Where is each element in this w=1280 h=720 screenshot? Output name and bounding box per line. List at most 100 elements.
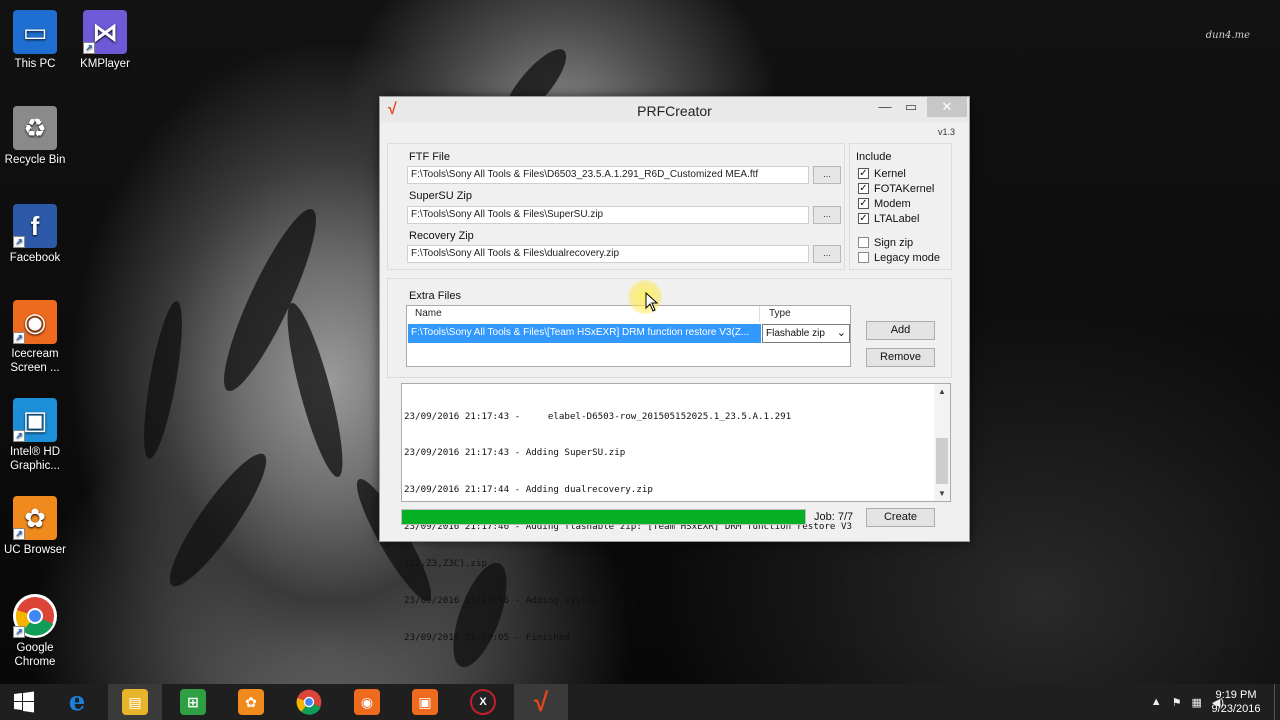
supersu-zip-label: SuperSU Zip <box>409 190 472 202</box>
windows-start-icon <box>14 691 34 713</box>
internet-explorer-icon: e <box>68 687 86 717</box>
start-button[interactable] <box>0 684 48 720</box>
checkbox-checked-icon: ✓ <box>858 183 869 194</box>
chevron-down-icon: ⌄ <box>836 327 846 339</box>
log-lines: 23/09/2016 21:17:43 - elabel-D6503-row_2… <box>404 386 932 669</box>
desktop-icon-label: Intel® HD Graphic... <box>9 446 60 472</box>
log-scrollbar[interactable]: ▲ ▼ <box>934 384 950 501</box>
column-divider[interactable] <box>759 306 760 322</box>
supersu-browse-button[interactable]: ... <box>813 206 841 224</box>
intel-hd-graphics-icon: ▣ ↗ <box>13 398 57 442</box>
clock-date: 9/23/2016 <box>1211 703 1261 715</box>
progress-bar <box>401 509 806 525</box>
taskbar-icecream-recorder[interactable]: ◉ <box>340 684 394 720</box>
fotakernel-checkbox-label: FOTAKernel <box>874 182 935 195</box>
ltalabel-checkbox-label: LTALabel <box>874 212 920 225</box>
file-type-value: Flashable zip <box>766 328 825 339</box>
desktop-icon-recycle-bin[interactable]: ♻ Recycle Bin <box>0 106 70 167</box>
taskbar: e ▤ ⊞ ✿ ◉ ▣ X √ ▲ ⚑ ▦ ◀) 9:19 PM 9/23/20… <box>0 684 1280 720</box>
google-chrome-icon <box>296 689 322 715</box>
ftf-file-field[interactable]: F:\Tools\Sony All Tools & Files\D6503_23… <box>407 166 809 184</box>
kmplayer-icon: ⋈ ↗ <box>83 10 127 54</box>
show-desktop-button[interactable] <box>1274 684 1280 720</box>
checkbox-unchecked-icon <box>858 237 869 248</box>
log-line: 23/09/2016 21:17:43 - Adding SuperSU.zip <box>404 447 626 459</box>
extra-file-row[interactable]: F:\Tools\Sony All Tools & Files\[Team HS… <box>408 324 761 343</box>
icecream-screen-icon: ◉ ↗ <box>13 300 57 344</box>
minimize-button[interactable]: — <box>872 97 898 117</box>
file-type-select[interactable]: Flashable zip ⌄ <box>762 324 850 343</box>
recovery-browse-button[interactable]: ... <box>813 245 841 263</box>
desktop-icon-label: Icecream Screen ... <box>10 348 60 374</box>
fotakernel-checkbox[interactable]: ✓ FOTAKernel <box>858 181 934 196</box>
column-header-type[interactable]: Type <box>769 308 791 319</box>
modem-checkbox[interactable]: ✓ Modem <box>858 196 911 211</box>
recycle-bin-icon: ♻ <box>13 106 57 150</box>
desktop-icon-label: KMPlayer <box>80 58 130 70</box>
checkbox-checked-icon: ✓ <box>858 198 869 209</box>
taskbar-icecream-screenshot[interactable]: ▣ <box>398 684 452 720</box>
recovery-zip-field[interactable]: F:\Tools\Sony All Tools & Files\dualreco… <box>407 245 809 263</box>
checkbox-checked-icon: ✓ <box>858 168 869 179</box>
taskbar-internet-explorer[interactable]: e <box>50 684 104 720</box>
uc-browser-icon: ✿ ↗ <box>13 496 57 540</box>
kernel-checkbox[interactable]: ✓ Kernel <box>858 166 906 181</box>
scroll-down-icon[interactable]: ▼ <box>934 489 950 498</box>
desktop-icon-label: This PC <box>14 58 56 70</box>
version-label: v1.3 <box>937 127 955 137</box>
desktop-icon-icecream-screen[interactable]: ◉ ↗ Icecream Screen ... <box>0 300 70 375</box>
remove-button[interactable]: Remove <box>866 348 935 367</box>
taskbar-file-explorer[interactable]: ▤ <box>108 684 162 720</box>
google-chrome-icon: ↗ <box>13 594 57 638</box>
scroll-up-icon[interactable]: ▲ <box>934 387 950 396</box>
log-line: 23/09/2016 21:17:44 - Adding dualrecover… <box>404 484 653 496</box>
network-icon[interactable]: ▦ <box>1191 696 1201 709</box>
include-group: Include ✓ Kernel ✓ FOTAKernel ✓ Modem ✓ … <box>849 143 952 270</box>
sign-zip-checkbox[interactable]: Sign zip <box>858 235 913 250</box>
column-header-name[interactable]: Name <box>415 308 442 319</box>
clock-time: 9:19 PM <box>1215 689 1257 701</box>
progress-bar-fill <box>402 510 805 524</box>
ltalabel-checkbox[interactable]: ✓ LTALabel <box>858 211 919 226</box>
desktop-icon-google-chrome[interactable]: ↗ Google Chrome <box>0 594 70 669</box>
uc-browser-icon: ✿ <box>238 689 264 715</box>
taskbar-clock[interactable]: 9:19 PM 9/23/2016 <box>1206 688 1266 716</box>
desktop-icon-kmplayer[interactable]: ⋈ ↗ KMPlayer <box>70 10 140 71</box>
log-line: 23/09/2016 21:19:05 - Finished <box>404 631 570 643</box>
create-button[interactable]: Create <box>866 508 935 527</box>
checkbox-checked-icon: ✓ <box>858 213 869 224</box>
extra-files-label: Extra Files <box>409 290 461 302</box>
maximize-button[interactable]: ▭ <box>898 97 924 117</box>
scrollbar-thumb[interactable] <box>936 438 948 484</box>
desktop-icon-this-pc[interactable]: ▭ This PC <box>0 10 70 71</box>
log-output[interactable]: 23/09/2016 21:17:43 - elabel-D6503-row_2… <box>401 383 951 643</box>
desktop-icon-uc-browser[interactable]: ✿ ↗ UC Browser <box>0 496 70 557</box>
add-button[interactable]: Add <box>866 321 935 340</box>
ftf-browse-button[interactable]: ... <box>813 166 841 184</box>
icecream-screenshot-icon: ▣ <box>412 689 438 715</box>
extra-files-list[interactable]: Name Type F:\Tools\Sony All Tools & File… <box>406 305 851 367</box>
include-label: Include <box>856 151 892 163</box>
taskbar-windows-store[interactable]: ⊞ <box>166 684 220 720</box>
desktop-icon-label: Facebook <box>9 252 61 264</box>
icecream-recorder-icon: ◉ <box>354 689 380 715</box>
action-center-flag-icon[interactable]: ⚑ <box>1172 696 1182 709</box>
log-line: (Z2,Z3,Z3C).zip <box>404 558 487 570</box>
show-hidden-icons-icon[interactable]: ▲ <box>1151 696 1162 708</box>
wallpaper-watermark: dun4.me <box>1205 30 1250 41</box>
desktop-icon-facebook[interactable]: f ↗ Facebook <box>0 204 70 265</box>
log-line: 23/09/2016 21:17:46 - Adding system to z… <box>404 595 637 607</box>
title-bar[interactable]: √ PRFCreator — ▭ ✕ <box>380 97 969 123</box>
close-button[interactable]: ✕ <box>927 97 967 117</box>
taskbar-uc-browser[interactable]: ✿ <box>224 684 278 720</box>
desktop-icon-label: UC Browser <box>4 544 66 556</box>
taskbar-xsplit[interactable]: X <box>456 684 510 720</box>
taskbar-google-chrome[interactable] <box>282 684 336 720</box>
desktop-icon-intel-hd-graphics[interactable]: ▣ ↗ Intel® HD Graphic... <box>0 398 70 473</box>
windows-store-icon: ⊞ <box>180 689 206 715</box>
legacy-mode-checkbox[interactable]: Legacy mode <box>858 250 940 265</box>
taskbar-prfcreator[interactable]: √ <box>514 684 568 720</box>
files-group: FTF File F:\Tools\Sony All Tools & Files… <box>387 143 845 270</box>
log-line: 23/09/2016 21:17:43 - elabel-D6503-row_2… <box>404 410 792 422</box>
supersu-zip-field[interactable]: F:\Tools\Sony All Tools & Files\SuperSU.… <box>407 206 809 224</box>
